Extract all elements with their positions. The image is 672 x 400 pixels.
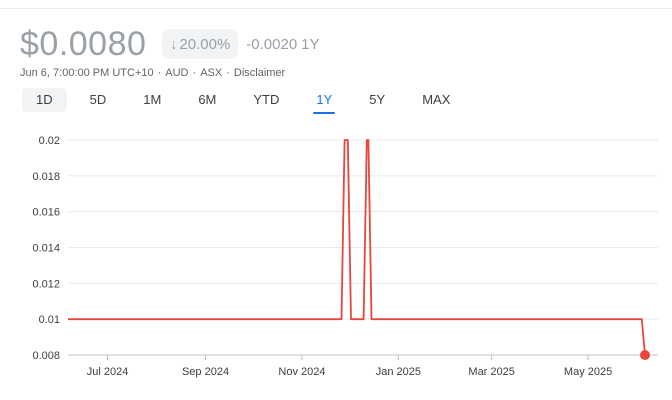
tab-1m[interactable]: 1M xyxy=(129,88,175,112)
change-absolute-group: -0.0020 1Y xyxy=(246,36,323,53)
y-tick-label: 0.018 xyxy=(32,171,60,183)
last-price-dot xyxy=(640,350,650,360)
tab-6m[interactable]: 6M xyxy=(184,88,230,112)
meta-separator: · xyxy=(192,67,197,79)
tab-ytd[interactable]: YTD xyxy=(239,88,293,112)
y-tick-label: 0.014 xyxy=(32,243,60,255)
y-tick-label: 0.012 xyxy=(32,278,60,290)
tab-5y[interactable]: 5Y xyxy=(355,88,399,112)
x-tick-label: Mar 2025 xyxy=(468,366,514,378)
quote-header: $0.0080 ↓ 20.00% -0.0020 1Y xyxy=(20,26,324,62)
top-divider xyxy=(0,8,672,9)
change-percent: 20.00% xyxy=(179,35,231,53)
time-range-tabs: 1D 5D 1M 6M YTD 1Y 5Y MAX xyxy=(22,88,473,112)
meta-separator: · xyxy=(226,67,230,79)
quote-timestamp: Jun 6, 7:00:00 PM UTC+10 xyxy=(20,67,154,79)
price-chart[interactable]: 0.02 0.018 0.016 0.014 0.012 0.01 0.008 Jul 202… xyxy=(0,120,672,390)
tab-1y[interactable]: 1Y xyxy=(302,88,346,112)
x-tick-label: Sep 2024 xyxy=(182,366,229,378)
current-price: $0.0080 xyxy=(20,25,147,63)
meta-separator: · xyxy=(157,67,162,79)
x-tick-label: Jul 2024 xyxy=(87,366,129,378)
change-period: 1Y xyxy=(301,35,320,53)
x-tick-label: Jan 2025 xyxy=(376,366,421,378)
x-tick-label: Nov 2024 xyxy=(278,366,325,378)
arrow-down-icon: ↓ xyxy=(170,36,178,52)
change-percent-badge: ↓ 20.00% xyxy=(162,29,239,59)
tab-max[interactable]: MAX xyxy=(408,88,464,112)
x-tick-label: May 2025 xyxy=(564,366,612,378)
y-tick-label: 0.01 xyxy=(39,314,60,326)
quote-meta: Jun 6, 7:00:00 PM UTC+10 · AUD · ASX · Disclai… xyxy=(20,67,285,79)
y-tick-label: 0.016 xyxy=(32,207,60,219)
tab-5d[interactable]: 5D xyxy=(76,88,121,112)
y-tick-label: 0.02 xyxy=(39,135,60,147)
tab-1d[interactable]: 1D xyxy=(22,88,67,112)
disclaimer-link[interactable]: Disclaimer xyxy=(234,67,285,79)
quote-exchange: ASX xyxy=(200,67,223,79)
change-absolute: -0.0020 xyxy=(246,35,298,53)
y-tick-label: 0.008 xyxy=(32,350,60,362)
quote-currency: AUD xyxy=(165,67,189,79)
